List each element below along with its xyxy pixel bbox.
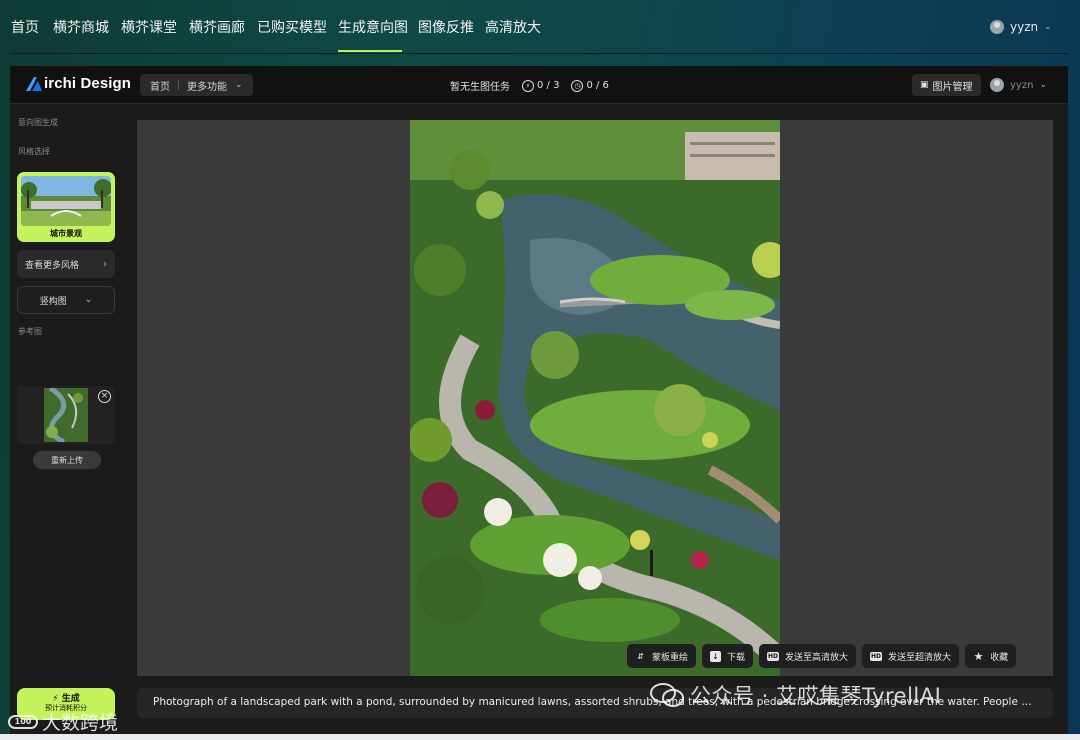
- generate-text: 生成: [61, 694, 80, 705]
- reference-thumbnail: [44, 388, 88, 442]
- task-status-text: 暂无生图任务: [450, 82, 510, 93]
- wechat-icon: [650, 683, 684, 707]
- download-icon: ↓: [710, 650, 722, 662]
- app-nav-home[interactable]: 首页: [150, 78, 170, 93]
- app-window: irchi Design 首页 更多功能 ⌄ 暂无生图任务 ⚡ 0 / 3 ◷ …: [10, 66, 1068, 738]
- wechat-watermark: 公众号 · 艾哎集琴TyrellAI: [650, 680, 941, 710]
- nav-home[interactable]: 首页: [11, 17, 39, 37]
- image-canvas: [137, 120, 1053, 676]
- style-label: 风格选择: [18, 147, 50, 156]
- favorite-button[interactable]: ★ 收藏: [965, 644, 1017, 668]
- reupload-button[interactable]: 重新上传: [33, 451, 101, 469]
- bolt-icon: ⚡: [522, 79, 534, 92]
- reference-label: 参考图: [18, 327, 42, 336]
- send-uhd-label: 发送至超清放大: [888, 652, 952, 663]
- counter-b-value: 0 / 6: [586, 80, 609, 91]
- avatar: [990, 78, 1004, 92]
- send-hd-button[interactable]: HD 发送至高清放大: [759, 644, 857, 668]
- clock-icon: ◷: [571, 79, 584, 92]
- download-button[interactable]: ↓ 下载: [702, 644, 754, 668]
- style-card-urban-landscape[interactable]: 城市景观: [17, 172, 115, 242]
- style-caption: 城市景观: [50, 229, 82, 238]
- image-manager-label: 图片管理: [932, 81, 973, 93]
- nav-separator: [178, 80, 179, 90]
- image-toolbar: ⇵ 蒙板重绘 ↓ 下载 HD 发送至高清放大 HD 发送至超清放大 ★ 收藏: [627, 644, 1017, 668]
- chevron-down-icon: ⌄: [1039, 80, 1047, 90]
- brand-name: irchi Design: [44, 75, 132, 92]
- active-tab-indicator: [338, 50, 402, 52]
- taskbar-strip: [0, 734, 1080, 740]
- sidebar: 意向图生成 风格选择 城市景观 查看更多风格 › 竖构图 ⌄ 参考图 × 重新上…: [10, 105, 122, 738]
- hd-icon: HD: [767, 651, 780, 661]
- image-icon: ▣: [920, 80, 929, 90]
- corner-watermark-text: 大数跨境: [42, 712, 119, 734]
- counter-a-value: 0 / 3: [537, 80, 560, 91]
- brand-logo[interactable]: irchi Design: [24, 75, 131, 92]
- nav-divider: [10, 53, 1068, 54]
- app-nav: 首页 更多功能 ⌄: [140, 74, 253, 96]
- section-title: 意向图生成: [18, 118, 58, 127]
- mask-label: 蒙板重绘: [652, 652, 689, 663]
- chevron-right-icon: ›: [103, 258, 107, 270]
- composition-select[interactable]: 竖构图 ⌄: [17, 286, 115, 314]
- download-label: 下载: [727, 652, 746, 663]
- more-styles-button[interactable]: 查看更多风格 ›: [17, 250, 115, 278]
- image-manager-button[interactable]: ▣ 图片管理: [912, 74, 981, 96]
- app-user-menu[interactable]: yyzn ⌄: [990, 78, 1047, 92]
- nav-gallery[interactable]: 横芥画廊: [189, 17, 245, 37]
- mask-icon: ⇵: [637, 651, 644, 661]
- nav-shop[interactable]: 横芥商城: [53, 17, 109, 37]
- avatar: [990, 20, 1004, 34]
- watermark-logo-icon: 100: [8, 714, 38, 729]
- generated-image[interactable]: [410, 120, 780, 676]
- nav-purchased-models[interactable]: 已购买模型: [257, 17, 327, 37]
- mask-repaint-button[interactable]: ⇵ 蒙板重绘: [627, 644, 697, 668]
- app-nav-more[interactable]: 更多功能: [187, 78, 227, 93]
- style-thumbnail: [21, 176, 111, 226]
- top-navigation: 首页 横芥商城 横芥课堂 横芥画廊 已购买模型 生成意向图 图像反推 高清放大 …: [0, 0, 1080, 54]
- task-status-bar: 暂无生图任务 ⚡ 0 / 3 ◷ 0 / 6: [450, 78, 609, 93]
- nav-image-reverse[interactable]: 图像反推: [418, 17, 474, 37]
- user-menu[interactable]: yyzn ⌄: [990, 20, 1052, 34]
- task-counter-b: ◷ 0 / 6: [571, 79, 609, 92]
- app-username: yyzn: [1010, 79, 1034, 91]
- send-uhd-button[interactable]: HD 发送至超清放大: [862, 644, 960, 668]
- wechat-watermark-text: 公众号 · 艾哎集琴TyrellAI: [690, 684, 942, 708]
- send-hd-label: 发送至高清放大: [785, 652, 849, 663]
- logo-icon: [26, 76, 42, 91]
- uhd-icon: HD: [870, 651, 883, 661]
- bolt-icon: ⚡: [52, 694, 59, 705]
- star-icon: ★: [973, 649, 984, 663]
- chevron-down-icon: ⌄: [235, 80, 243, 90]
- task-counter-a: ⚡ 0 / 3: [522, 79, 560, 92]
- nav-generate-intent-image[interactable]: 生成意向图: [338, 17, 408, 37]
- chevron-down-icon: ⌄: [1044, 22, 1052, 32]
- corner-watermark: 100 大数跨境: [8, 708, 118, 735]
- nav-hd-upscale[interactable]: 高清放大: [485, 17, 541, 37]
- remove-reference-icon[interactable]: ×: [98, 390, 111, 403]
- username: yyzn: [1010, 20, 1039, 34]
- nav-classroom[interactable]: 横芥课堂: [121, 17, 177, 37]
- chevron-down-icon: ⌄: [84, 295, 93, 305]
- more-styles-label: 查看更多风格: [25, 260, 80, 271]
- favorite-label: 收藏: [990, 652, 1009, 663]
- app-header: irchi Design 首页 更多功能 ⌄ 暂无生图任务 ⚡ 0 / 3 ◷ …: [10, 66, 1068, 104]
- composition-value: 竖构图: [39, 296, 67, 307]
